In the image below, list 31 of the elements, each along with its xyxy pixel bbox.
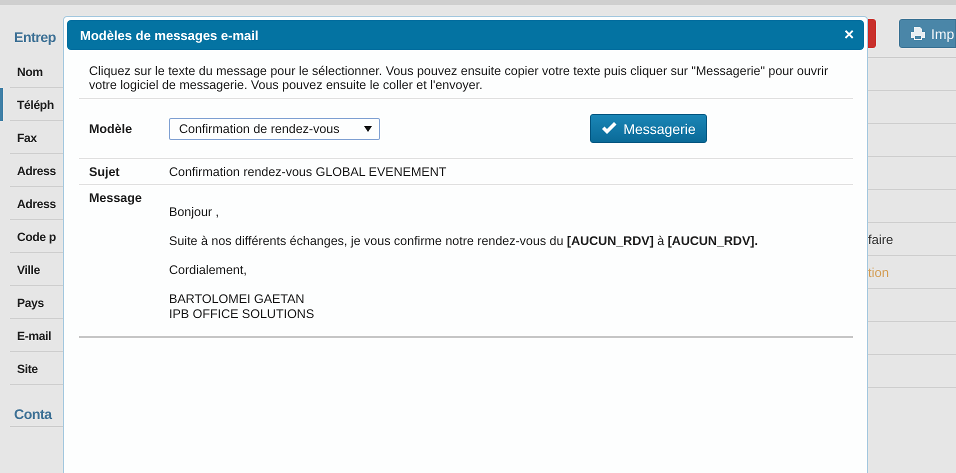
instructions-text: Cliquez sur le texte du message pour le sélectionner. Vous pouvez ensuite copier votre texte puis cliquer sur "Messagerie" pour ouvrir votre logiciel de messagerie. Vous pouvez ensuite le coller et l'envoyer. <box>79 53 853 99</box>
field-label: Code p <box>17 230 56 244</box>
field-label: Ville <box>17 262 40 276</box>
caret-icon <box>364 126 372 132</box>
field-label: Fax <box>17 130 37 144</box>
field-label: Pays <box>17 296 44 310</box>
field-label: Téléph <box>17 98 54 112</box>
message-paragraph: Bonjour , <box>169 205 220 220</box>
check-icon <box>601 122 618 135</box>
field-label: Nom <box>17 64 43 78</box>
print-button[interactable]: Imp <box>899 19 956 48</box>
field-row[interactable]: Téléph <box>0 88 63 121</box>
printer-icon <box>910 26 926 41</box>
message-paragraph: Suite à nos différents échanges, je vous confirme notre rendez-vous du [AUCUN_RDV] à [AUCUN_RDV]. <box>169 234 758 249</box>
dialog-title: Modèles de messages e-mail <box>80 28 258 42</box>
field-label: Adress <box>17 164 56 178</box>
messagerie-button[interactable]: Messagerie <box>590 114 707 143</box>
message-label: Message <box>89 191 143 207</box>
field-label: Site <box>17 362 38 376</box>
subject-label: Sujet <box>89 164 121 178</box>
message-paragraph: BARTOLOMEI GAETAN IPB OFFICE SOLUTIONS <box>169 292 316 322</box>
close-button[interactable]: × <box>844 25 854 45</box>
field-label: Adress <box>17 196 56 210</box>
message-paragraph: Cordialement, <box>169 263 248 278</box>
section-heading: Entrep <box>13 28 57 45</box>
model-dropdown[interactable]: Confirmation de rendez-vous <box>169 118 380 140</box>
model-label: Modèle <box>89 122 134 136</box>
field-label: E-mail <box>17 328 52 342</box>
field-value: faire <box>868 232 894 246</box>
subject-text: Confirmation rendez-vous GLOBAL EVENEMENT <box>169 164 446 178</box>
button[interactable] <box>868 19 876 48</box>
